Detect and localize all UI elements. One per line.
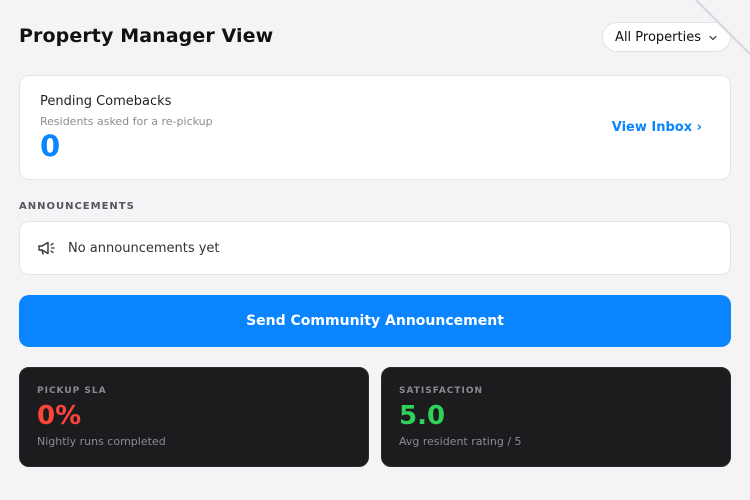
stat-caption: Nightly runs completed [37,435,166,448]
megaphone-icon [37,240,56,257]
page-title: Property Manager View [19,25,274,47]
page-header: Property Manager View All Properties [19,22,731,54]
announcements-card: No announcements yet [19,221,731,275]
stat-value: 0% [37,401,82,431]
announcements-empty-text: No announcements yet [68,241,220,256]
stat-label: PICKUP SLA [37,386,107,396]
dashboard-page: Property Manager View All Properties Pen… [19,0,731,500]
comebacks-subtitle: Residents asked for a re-pickup [40,115,213,128]
pickup-sla-card: PICKUP SLA 0% Nightly runs completed [19,367,369,467]
stat-value: 5.0 [399,401,446,431]
comebacks-title: Pending Comebacks [40,94,172,109]
send-announcement-button[interactable]: Send Community Announcement [19,295,731,347]
stat-caption: Avg resident rating / 5 [399,435,522,448]
comebacks-count: 0 [40,129,61,163]
pending-comebacks-card: Pending Comebacks Residents asked for a … [19,75,731,180]
chevron-down-icon [708,32,718,42]
announcements-section-label: ANNOUNCEMENTS [19,201,135,212]
stat-label: SATISFACTION [399,386,484,396]
view-inbox-link[interactable]: View Inbox › [612,120,702,135]
property-filter-select[interactable]: All Properties [602,22,731,52]
satisfaction-card: SATISFACTION 5.0 Avg resident rating / 5 [381,367,731,467]
property-filter-value: All Properties [615,29,701,45]
